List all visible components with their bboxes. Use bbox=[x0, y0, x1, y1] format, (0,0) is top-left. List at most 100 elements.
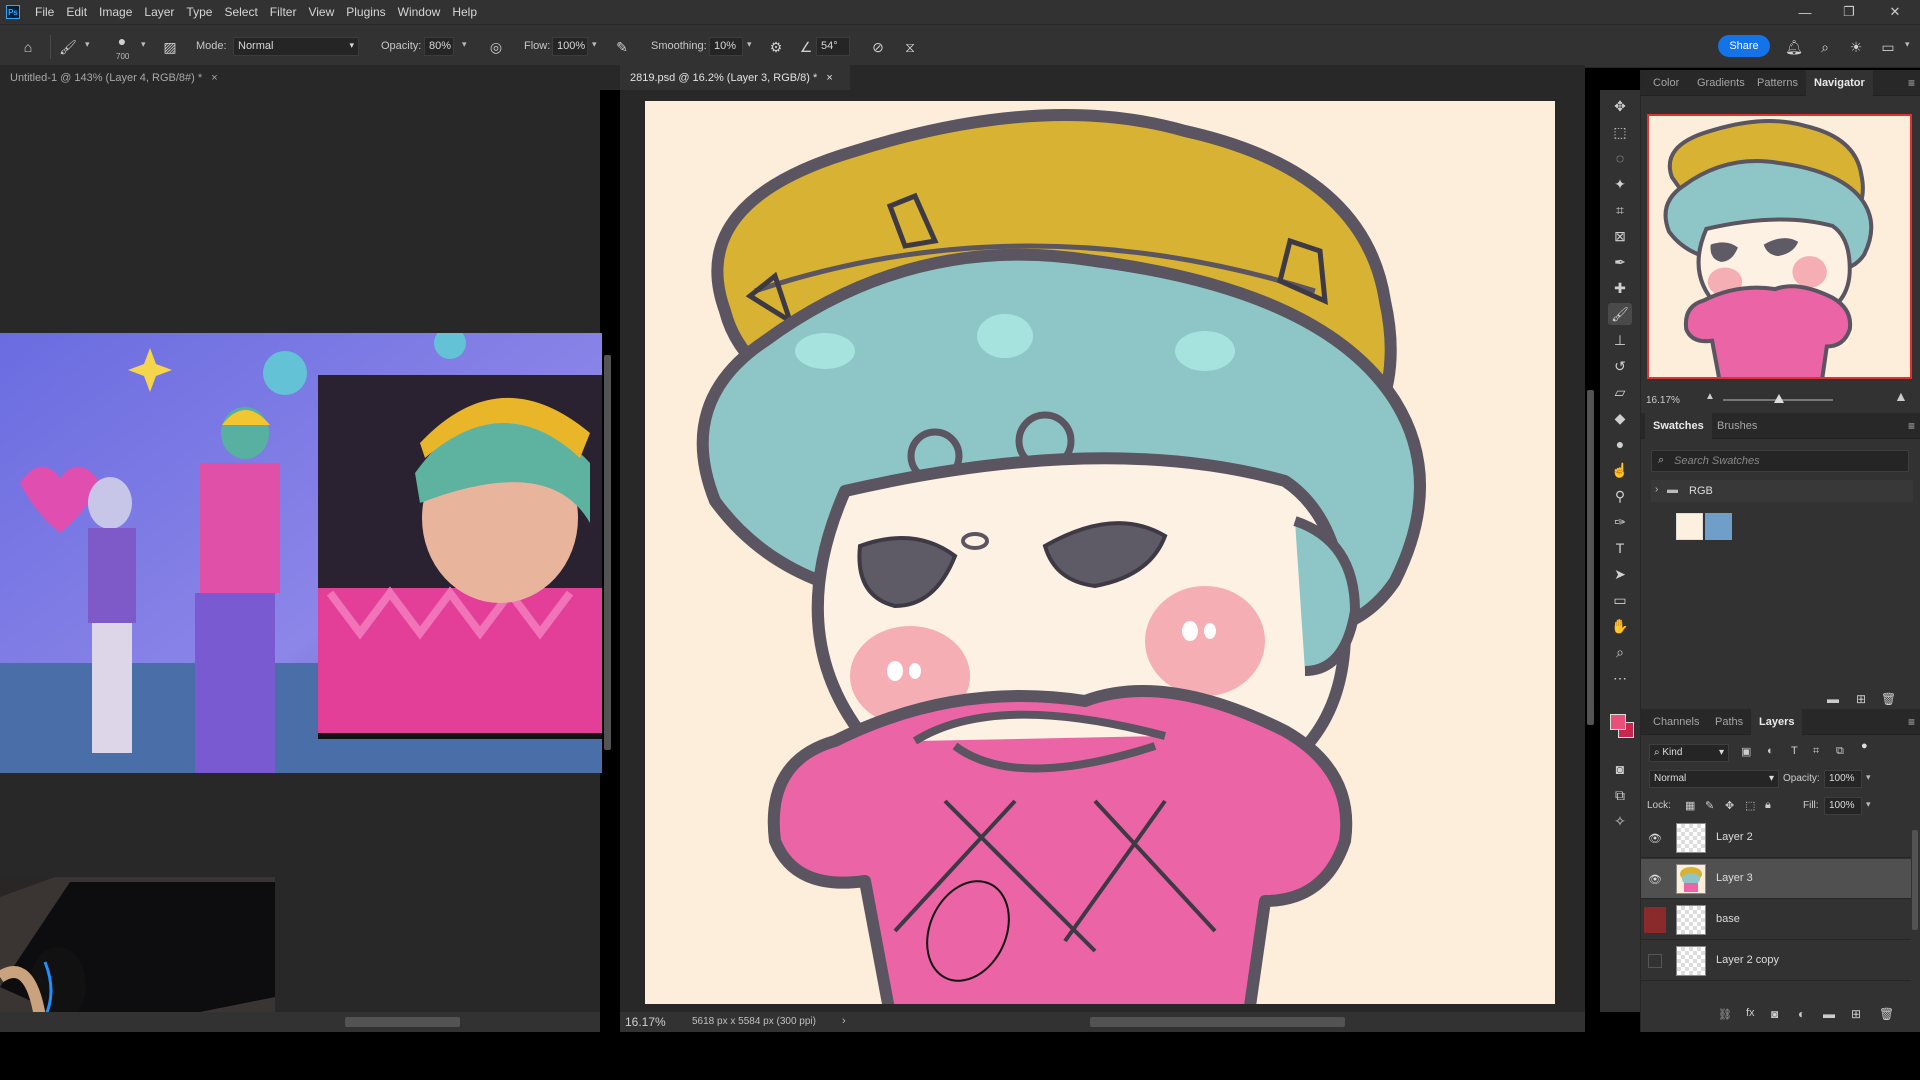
symmetry-icon[interactable]: ⧖ bbox=[900, 37, 920, 57]
frame-tool-icon[interactable]: ⊠ bbox=[1608, 225, 1632, 247]
chevron-down-icon[interactable]: ▾ bbox=[1866, 772, 1871, 783]
filter-smart-icon[interactable]: ⧉ bbox=[1836, 745, 1844, 758]
layer-row[interactable]: 👁︎ Layer 3 bbox=[1641, 859, 1911, 899]
chevron-down-icon[interactable]: ▾ bbox=[592, 39, 597, 50]
tab-gradients[interactable]: Gradients bbox=[1689, 70, 1753, 96]
lightbulb-icon[interactable]: ☀ bbox=[1846, 37, 1866, 57]
foreground-color-swatch[interactable] bbox=[1610, 714, 1626, 730]
menu-help[interactable]: Help bbox=[446, 0, 483, 24]
chevron-down-icon[interactable]: ▾ bbox=[141, 39, 146, 50]
close-icon[interactable]: × bbox=[211, 72, 217, 84]
layers-scrollbar[interactable] bbox=[1912, 830, 1918, 930]
menu-layer[interactable]: Layer bbox=[138, 0, 180, 24]
filter-type-icon[interactable]: T bbox=[1791, 745, 1798, 757]
layer-opacity-field[interactable]: 100% bbox=[1824, 770, 1862, 788]
lasso-tool-icon[interactable]: ◌ bbox=[1608, 147, 1632, 169]
swatch-blue[interactable] bbox=[1705, 513, 1732, 540]
panel-menu-icon[interactable]: ≡ bbox=[1908, 715, 1915, 729]
layer-name[interactable]: Layer 2 copy bbox=[1716, 954, 1779, 966]
more-tools-icon[interactable]: ⋯ bbox=[1608, 667, 1632, 689]
share-button[interactable]: Share bbox=[1718, 35, 1770, 57]
flow-field[interactable]: 100% bbox=[552, 37, 588, 56]
tab-patterns[interactable]: Patterns bbox=[1749, 70, 1806, 96]
layer-row[interactable]: Layer 2 copy bbox=[1641, 941, 1911, 981]
panel-menu-icon[interactable]: ≡ bbox=[1908, 76, 1915, 90]
blur-tool-icon[interactable]: ● bbox=[1608, 433, 1632, 455]
blend-mode-select[interactable]: Normal ▾ bbox=[1649, 770, 1779, 788]
trash-icon[interactable]: 🗑︎ bbox=[1881, 692, 1896, 706]
eraser-tool-icon[interactable]: ▱ bbox=[1608, 381, 1632, 403]
navigator-preview[interactable] bbox=[1647, 114, 1912, 379]
screen-mode-icon[interactable]: ⧉ bbox=[1608, 784, 1632, 806]
lock-transparency-icon[interactable]: ▦ bbox=[1685, 799, 1695, 812]
opacity-field[interactable]: 80% bbox=[424, 37, 454, 56]
chevron-down-icon[interactable]: ▾ bbox=[85, 39, 90, 50]
restore-icon[interactable]: ❐ bbox=[1826, 0, 1872, 24]
tab-swatches[interactable]: Swatches bbox=[1645, 413, 1712, 439]
history-brush-icon[interactable]: ↺ bbox=[1608, 355, 1632, 377]
path-select-icon[interactable]: ➤ bbox=[1608, 563, 1632, 585]
angle-field[interactable]: 54° bbox=[816, 37, 850, 56]
eyedropper-icon[interactable]: ✒ bbox=[1608, 251, 1632, 273]
magic-wand-icon[interactable]: ✦ bbox=[1608, 173, 1632, 195]
dodge-tool-icon[interactable]: ⚲ bbox=[1608, 485, 1632, 507]
tab-brushes[interactable]: Brushes bbox=[1709, 413, 1765, 439]
menu-file[interactable]: File bbox=[29, 0, 60, 24]
chevron-down-icon[interactable]: ▾ bbox=[1905, 39, 1910, 50]
fill-field[interactable]: 100% bbox=[1824, 797, 1862, 815]
rectangle-tool-icon[interactable]: ▭ bbox=[1608, 589, 1632, 611]
chevron-down-icon[interactable]: ▾ bbox=[462, 39, 467, 50]
layer-name[interactable]: Layer 3 bbox=[1716, 872, 1753, 884]
tab-paths[interactable]: Paths bbox=[1707, 709, 1751, 735]
chevron-right-icon[interactable]: › bbox=[842, 1015, 846, 1027]
chevron-down-icon[interactable]: ▾ bbox=[1866, 799, 1871, 810]
menu-image[interactable]: Image bbox=[93, 0, 138, 24]
new-swatch-icon[interactable]: ⊞ bbox=[1856, 692, 1866, 706]
zoom-out-icon[interactable]: ▲ bbox=[1705, 391, 1715, 402]
zoom-level[interactable]: 16.17% bbox=[625, 1015, 666, 1029]
swatches-search-input[interactable]: ⌕ Search Swatches bbox=[1651, 450, 1909, 472]
workspace-icon[interactable]: ▭ bbox=[1878, 37, 1898, 57]
home-icon[interactable]: ⌂ bbox=[18, 37, 38, 57]
layer-row[interactable]: base bbox=[1641, 900, 1911, 940]
move-tool-icon[interactable]: ✥ bbox=[1608, 95, 1632, 117]
eye-icon[interactable]: 👁︎ bbox=[1647, 830, 1663, 846]
menu-filter[interactable]: Filter bbox=[264, 0, 303, 24]
tab-channels[interactable]: Channels bbox=[1645, 709, 1707, 735]
new-group-icon[interactable]: ▬ bbox=[1823, 1007, 1835, 1021]
smoothing-field[interactable]: 10% bbox=[709, 37, 743, 56]
adjustment-layer-icon[interactable]: ◐ bbox=[1798, 1007, 1805, 1021]
filter-toggle-icon[interactable]: ● bbox=[1861, 740, 1868, 752]
brush-preset-icon[interactable]: ● bbox=[112, 31, 132, 51]
tab-2819-psd[interactable]: 2819.psd @ 16.2% (Layer 3, RGB/8) * × bbox=[620, 65, 850, 90]
filter-shape-icon[interactable]: ⌗ bbox=[1813, 745, 1819, 758]
zoom-tool-icon[interactable]: ⌕ bbox=[1608, 641, 1632, 663]
new-group-icon[interactable]: ▬ bbox=[1827, 692, 1839, 706]
visibility-toggle[interactable] bbox=[1648, 954, 1662, 968]
bell-icon[interactable]: 🔔︎ bbox=[1784, 37, 1804, 57]
mode-select[interactable]: Normal ▾ bbox=[233, 37, 359, 56]
eye-icon[interactable]: 👁︎ bbox=[1647, 871, 1663, 887]
minimize-icon[interactable]: — bbox=[1782, 0, 1828, 24]
smudge-tool-icon[interactable]: ☝ bbox=[1608, 459, 1632, 481]
lock-all-icon[interactable]: 🔒︎ bbox=[1765, 799, 1771, 812]
link-layers-icon[interactable]: ⛓ bbox=[1718, 1008, 1732, 1021]
crop-tool-icon[interactable]: ⌗ bbox=[1608, 199, 1632, 221]
lock-pixels-icon[interactable]: ✎ bbox=[1705, 799, 1714, 812]
menu-type[interactable]: Type bbox=[180, 0, 218, 24]
zoom-slider-handle[interactable] bbox=[1774, 394, 1784, 403]
trash-icon[interactable]: 🗑︎ bbox=[1879, 1007, 1894, 1021]
layer-name[interactable]: Layer 2 bbox=[1716, 831, 1753, 843]
zoom-in-icon[interactable]: ▲ bbox=[1894, 388, 1908, 404]
pressure-opacity-icon[interactable]: ◎ bbox=[486, 37, 506, 57]
tab-color[interactable]: Color bbox=[1645, 70, 1687, 96]
swatch-group-rgb[interactable]: › ▬ RGB bbox=[1651, 480, 1913, 502]
visibility-toggle[interactable] bbox=[1644, 907, 1666, 933]
menu-select[interactable]: Select bbox=[218, 0, 263, 24]
filter-kind-select[interactable]: ⌕ Kind ▾ bbox=[1649, 744, 1729, 762]
pressure-size-icon[interactable]: ⊘ bbox=[868, 37, 888, 57]
horizontal-scrollbar[interactable] bbox=[1090, 1017, 1345, 1027]
stamp-tool-icon[interactable]: ⊥ bbox=[1608, 329, 1632, 351]
navigator-zoom-value[interactable]: 16.17% bbox=[1646, 395, 1680, 406]
menu-edit[interactable]: Edit bbox=[60, 0, 93, 24]
